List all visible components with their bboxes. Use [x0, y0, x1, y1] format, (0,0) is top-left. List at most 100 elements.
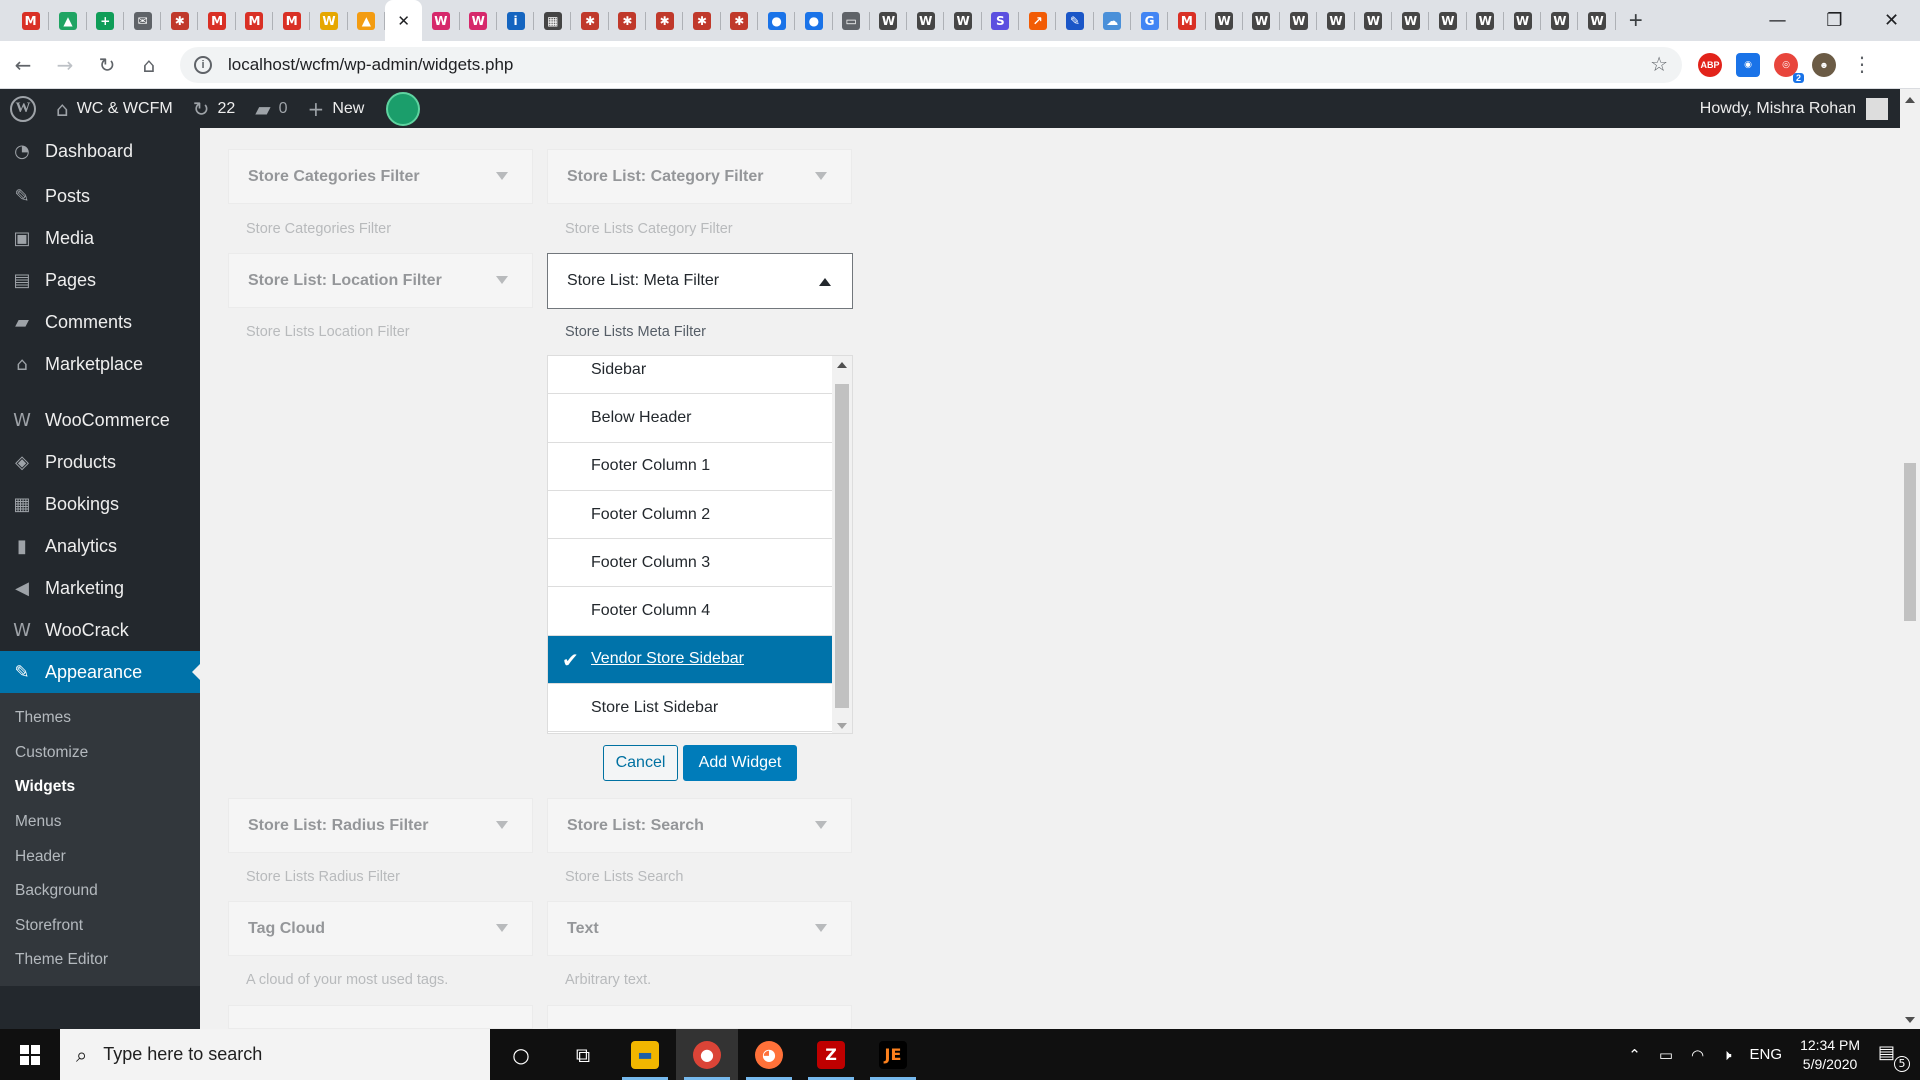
widget-partial[interactable] — [547, 1005, 852, 1029]
browser-tab[interactable]: ✕ — [384, 0, 423, 41]
browser-tab[interactable]: ▭ — [833, 0, 870, 41]
browser-tab[interactable]: M — [1168, 0, 1206, 41]
profile-avatar[interactable]: ☻ — [1812, 52, 1836, 77]
scroll-down-arrow-icon[interactable] — [1905, 1017, 1915, 1023]
browser-tab[interactable]: ☁ — [1094, 0, 1131, 41]
site-name-menu[interactable]: ⌂ WC & WCFM — [46, 89, 183, 128]
submenu-item-header[interactable]: Header — [0, 839, 200, 874]
browser-tab[interactable]: ✉ — [124, 0, 162, 41]
cancel-button[interactable]: Cancel — [603, 745, 678, 781]
language-indicator[interactable]: ENG — [1750, 1046, 1783, 1063]
close-window-icon[interactable]: ✕ — [1863, 0, 1920, 41]
submenu-item-theme-editor[interactable]: Theme Editor — [0, 943, 200, 978]
jetbrains-icon[interactable]: JE — [862, 1029, 924, 1080]
browser-tab[interactable]: W — [1541, 0, 1579, 41]
minimize-icon[interactable]: — — [1749, 0, 1806, 41]
browser-tab[interactable]: M — [273, 0, 311, 41]
site-info-icon[interactable]: i — [194, 55, 212, 74]
firefox-icon[interactable]: ◕ — [738, 1029, 800, 1080]
browser-tab[interactable]: ✱ — [609, 0, 647, 41]
my-account-menu[interactable]: Howdy, Mishra Rohan — [1700, 97, 1900, 120]
sidebar-option[interactable]: Sidebar — [548, 356, 832, 395]
submenu-item-customize[interactable]: Customize — [0, 736, 200, 771]
back-icon[interactable]: ← — [4, 46, 42, 84]
browser-tab[interactable]: ● — [795, 0, 833, 41]
collapse-arrow-icon[interactable] — [819, 278, 831, 286]
browser-tab[interactable]: M — [236, 0, 274, 41]
browser-tab[interactable]: W — [1243, 0, 1281, 41]
browser-tab[interactable]: W — [1504, 0, 1542, 41]
sidebar-item-media[interactable]: ▣ Media — [0, 217, 200, 259]
browser-menu-icon[interactable]: ⋮ — [1850, 52, 1874, 77]
browser-tab[interactable]: W — [1392, 0, 1430, 41]
sidebar-item-comments[interactable]: ▰ Comments — [0, 301, 200, 343]
sidebar-option[interactable]: Below Header — [548, 394, 832, 443]
sidebar-option[interactable]: Footer Column 4 — [548, 587, 832, 636]
address-bar[interactable]: i localhost/wcfm/wp-admin/widgets.php ☆ — [180, 46, 1682, 83]
widget-store-categories-filter[interactable]: Store Categories Filter — [228, 149, 533, 204]
volume-muted-icon[interactable]: 🕨 — [1722, 1046, 1731, 1064]
browser-tab[interactable]: ✎ — [1056, 0, 1094, 41]
browser-tab[interactable]: ● — [758, 0, 796, 41]
plugin-badge-icon[interactable] — [386, 91, 421, 126]
browser-tab[interactable]: ✱ — [683, 0, 721, 41]
browser-tab[interactable]: W — [310, 0, 348, 41]
browser-tab[interactable]: M — [198, 0, 236, 41]
browser-tab[interactable]: W — [870, 0, 908, 41]
sidebar-item-bookings[interactable]: ▦ Bookings — [0, 483, 200, 525]
url-text[interactable]: localhost/wcfm/wp-admin/widgets.php — [228, 55, 1650, 75]
battery-icon[interactable]: ▭ — [1659, 1046, 1673, 1064]
scroll-up-arrow-icon[interactable] — [1905, 97, 1915, 103]
home-icon[interactable]: ⌂ — [130, 46, 168, 84]
sidebar-item-appearance[interactable]: ✎ Appearance — [0, 651, 200, 693]
sidebar-item-marketing[interactable]: ◀ Marketing — [0, 567, 200, 609]
comments-menu[interactable]: ▰ 0 — [245, 89, 297, 128]
adblock-icon[interactable]: ABP — [1698, 52, 1722, 77]
browser-tab[interactable]: ✱ — [571, 0, 609, 41]
browser-tab[interactable]: W — [1429, 0, 1467, 41]
scroll-thumb[interactable] — [835, 384, 849, 708]
browser-tab[interactable]: ↗ — [1019, 0, 1057, 41]
browser-tab[interactable]: W — [1206, 0, 1243, 41]
browser-tab[interactable]: ✱ — [646, 0, 684, 41]
browser-tab[interactable]: W — [944, 0, 982, 41]
wp-logo-menu[interactable]: W — [0, 89, 46, 128]
updates-menu[interactable]: ↻ 22 — [183, 89, 246, 128]
sidebar-item-marketplace[interactable]: ⌂ Marketplace — [0, 343, 200, 385]
bookmark-star-icon[interactable]: ☆ — [1650, 52, 1668, 77]
browser-tab[interactable]: S — [982, 0, 1020, 41]
browser-tab[interactable]: ✱ — [161, 0, 199, 41]
scroll-down-arrow-icon[interactable] — [837, 723, 847, 729]
cortana-icon[interactable]: ○ — [490, 1029, 552, 1080]
scroll-up-arrow-icon[interactable] — [837, 362, 847, 368]
taskbar-search[interactable]: ⌕ Type here to search — [60, 1029, 490, 1080]
sidebar-item-posts[interactable]: ✎ Posts — [0, 175, 200, 217]
submenu-item-widgets[interactable]: Widgets — [0, 770, 200, 805]
screenshot-extension-icon[interactable]: ◉ — [1736, 52, 1760, 77]
browser-tab[interactable]: W — [460, 0, 497, 41]
restore-icon[interactable]: ❐ — [1806, 0, 1863, 41]
browser-tab[interactable]: M — [12, 0, 50, 41]
browser-tab[interactable]: W — [1467, 0, 1504, 41]
chrome-icon[interactable]: ● — [676, 1029, 738, 1080]
wifi-icon[interactable]: ◠ — [1691, 1046, 1704, 1064]
submenu-item-menus[interactable]: Menus — [0, 805, 200, 840]
submenu-item-storefront[interactable]: Storefront — [0, 909, 200, 944]
sidebar-item-products[interactable]: ◈ Products — [0, 441, 200, 483]
widget-store-list-radius-filter[interactable]: Store List: Radius Filter — [228, 798, 533, 853]
start-button[interactable] — [0, 1029, 60, 1080]
close-tab-icon[interactable]: ✕ — [397, 12, 410, 30]
sidebar-option[interactable]: Store List Sidebar — [548, 684, 832, 733]
page-scroll-thumb[interactable] — [1904, 463, 1916, 621]
browser-tab[interactable]: ▲ — [348, 0, 385, 41]
sidebar-item-analytics[interactable]: ▮ Analytics — [0, 525, 200, 567]
browser-tab[interactable]: W — [422, 0, 460, 41]
browser-tab[interactable]: ▲ — [49, 0, 87, 41]
task-view-icon[interactable]: ⧉ — [552, 1029, 614, 1080]
browser-tab[interactable]: ▦ — [534, 0, 572, 41]
add-widget-button[interactable]: Add Widget — [683, 745, 797, 781]
widget-tag-cloud[interactable]: Tag Cloud — [228, 901, 533, 956]
browser-tab[interactable]: G — [1131, 0, 1169, 41]
browser-tab[interactable]: W — [1317, 0, 1355, 41]
browser-tab[interactable]: i — [497, 0, 535, 41]
